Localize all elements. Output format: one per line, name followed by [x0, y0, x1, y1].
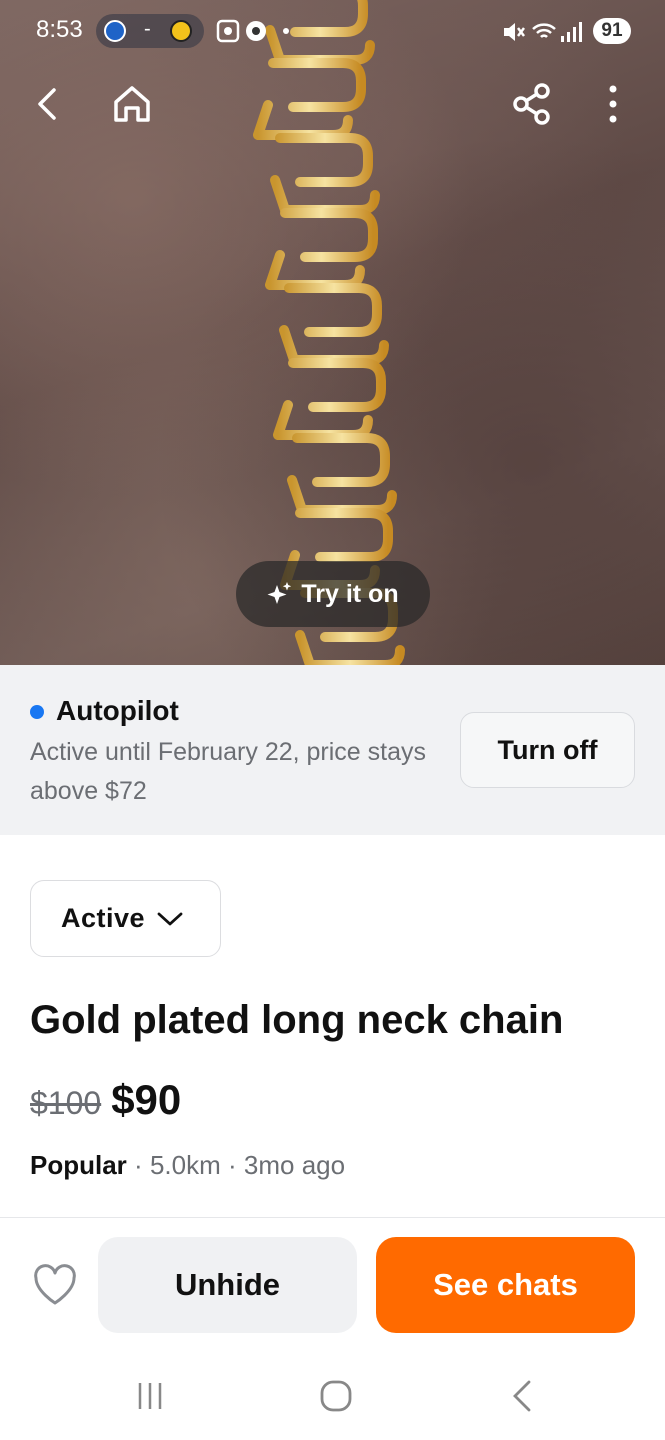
- heart-icon: [34, 1264, 76, 1305]
- autopilot-status-dot: [30, 705, 44, 719]
- home-circle-icon: [320, 1380, 352, 1412]
- chevron-down-icon: [157, 912, 183, 925]
- try-it-on-label: Try it on: [301, 579, 399, 608]
- team-badge-icon: [170, 20, 192, 42]
- wifi-icon: [532, 23, 556, 38]
- home-button[interactable]: [106, 78, 158, 130]
- share-icon: [513, 83, 550, 125]
- age-label: 3mo ago: [243, 1150, 346, 1180]
- home-icon: [114, 86, 150, 122]
- autopilot-title: Autopilot: [56, 695, 179, 726]
- system-navigation-bar: [0, 1356, 665, 1440]
- status-right: 91: [501, 16, 631, 46]
- back-button[interactable]: [22, 78, 74, 130]
- distance-label: 5.0km: [149, 1150, 221, 1180]
- divider: [0, 1217, 665, 1218]
- live-score-pill: -: [96, 14, 204, 48]
- price-row: $100 $90: [30, 1076, 181, 1124]
- listing-title: Gold plated long neck chain: [30, 998, 564, 1042]
- see-chats-button[interactable]: See chats: [376, 1237, 635, 1333]
- mute-icon: [504, 23, 525, 41]
- meta-separator: ·: [227, 1150, 237, 1180]
- system-home-button[interactable]: [306, 1376, 366, 1416]
- more-options-button[interactable]: [587, 78, 639, 130]
- current-price: $90: [111, 1076, 182, 1123]
- status-value: Active: [61, 903, 146, 933]
- listing-meta: Popular · 5.0km · 3mo ago: [30, 1150, 345, 1181]
- back-icon: [38, 88, 56, 120]
- try-it-on-button[interactable]: Try it on: [236, 561, 430, 627]
- meta-separator: ·: [134, 1150, 143, 1180]
- system-back-icon: [513, 1380, 531, 1412]
- notification-icons: [216, 19, 289, 43]
- autopilot-description: Active until February 22, price stays ab…: [30, 738, 426, 805]
- sparkle-icon: [267, 582, 292, 604]
- battery-indicator: 91: [593, 18, 631, 44]
- popularity-label: Popular: [30, 1150, 127, 1180]
- recent-apps-button[interactable]: [120, 1376, 180, 1416]
- team-badge-icon: [104, 20, 126, 42]
- system-back-button[interactable]: [492, 1376, 552, 1416]
- save-favorite-button[interactable]: [32, 1263, 78, 1307]
- autopilot-banner: Autopilot Active until February 22, pric…: [0, 665, 665, 835]
- recent-apps-icon: [138, 1383, 162, 1409]
- original-price: $100: [30, 1085, 102, 1121]
- more-vert-icon: [609, 85, 617, 123]
- share-button[interactable]: [506, 78, 558, 130]
- signal-icon: [561, 22, 582, 42]
- turn-off-button[interactable]: Turn off: [460, 712, 635, 788]
- unhide-button[interactable]: Unhide: [98, 1237, 357, 1333]
- status-time: 8:53: [36, 16, 83, 43]
- listing-status-dropdown[interactable]: Active: [30, 880, 221, 957]
- status-bar: 8:53 - 91: [0, 0, 665, 62]
